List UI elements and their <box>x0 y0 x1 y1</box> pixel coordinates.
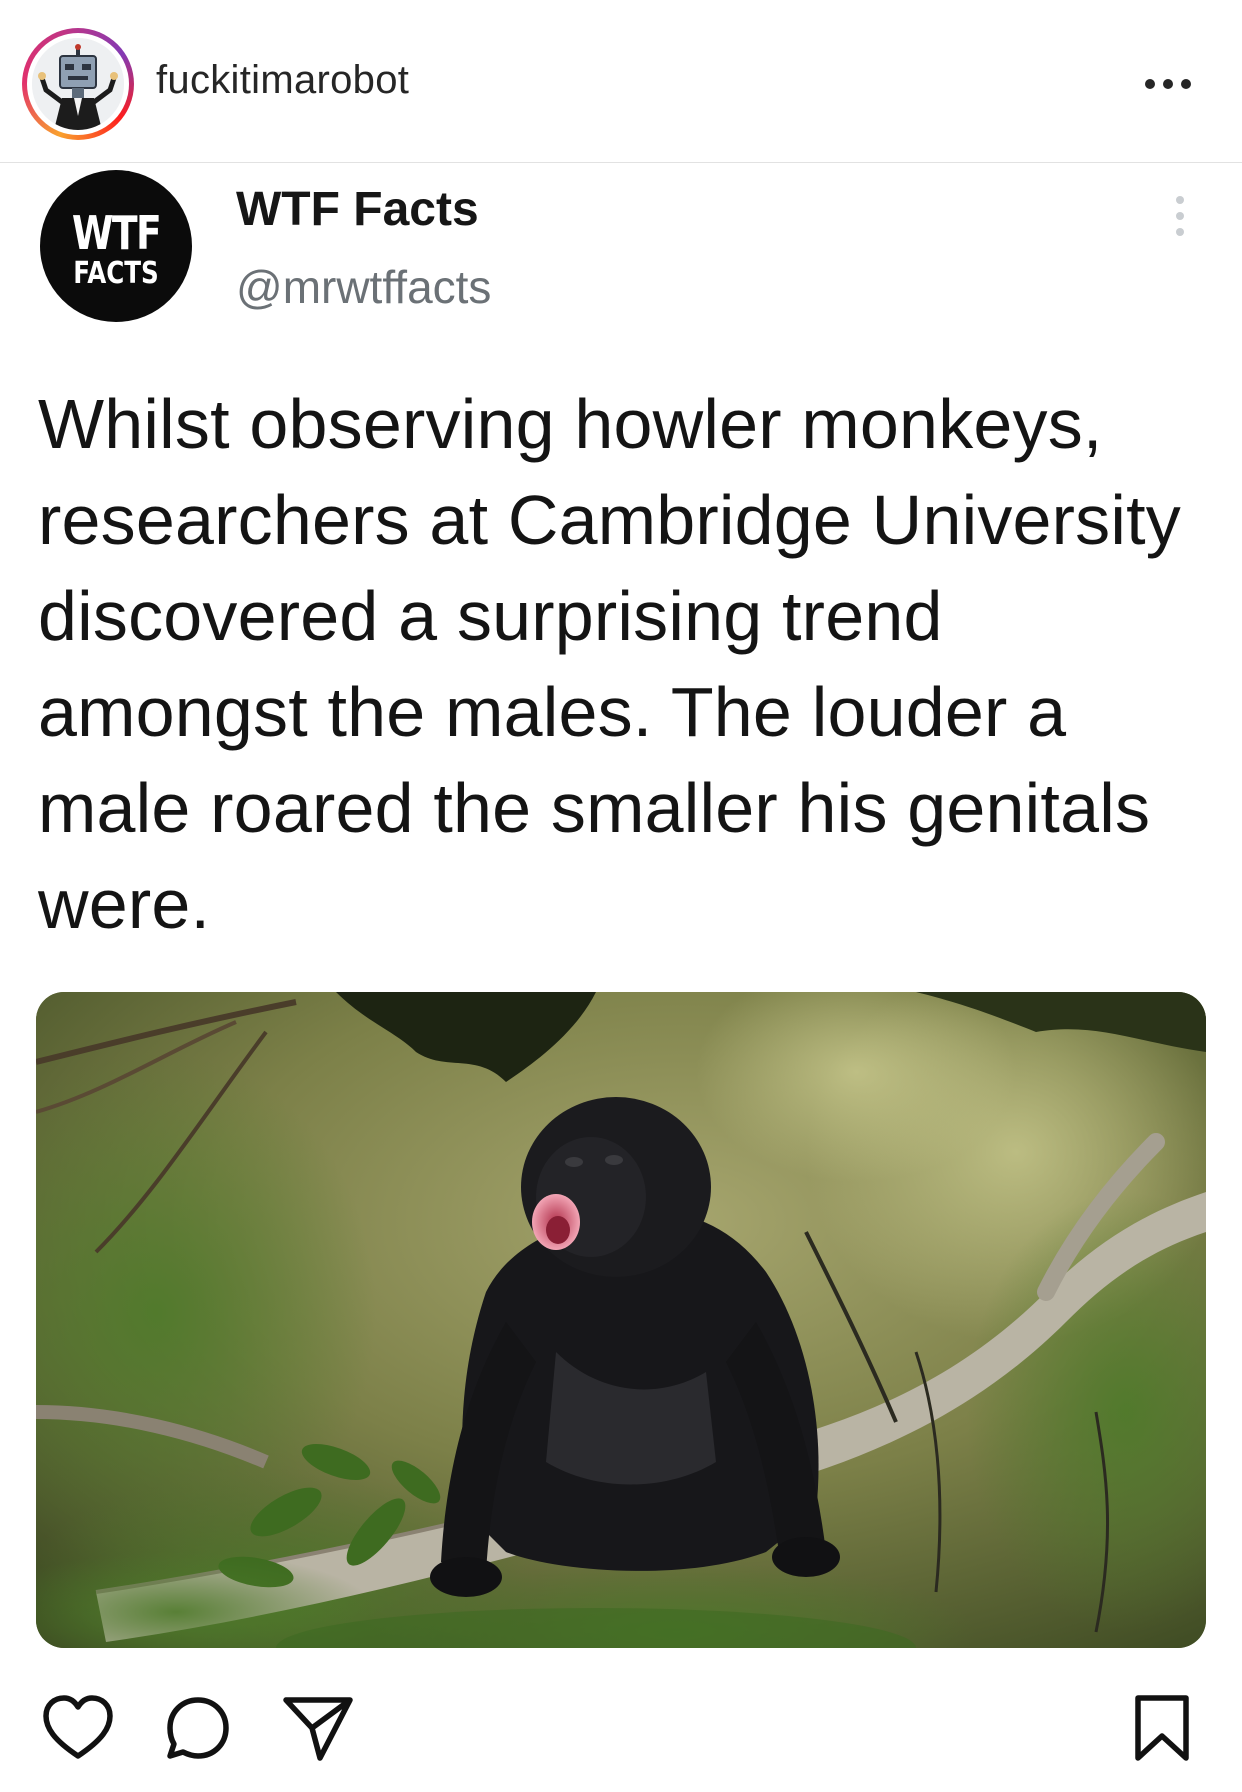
avatar[interactable] <box>32 38 124 130</box>
paper-plane-icon[interactable] <box>280 1690 356 1766</box>
avatar-logo-line1: WTF <box>71 206 162 260</box>
story-ring[interactable] <box>22 28 134 140</box>
bookmark-icon[interactable] <box>1124 1690 1200 1766</box>
heart-icon[interactable] <box>40 1690 116 1766</box>
post-header: fuckitimarobot <box>0 0 1242 163</box>
more-horizontal-icon[interactable] <box>1142 64 1194 104</box>
story-ring-gap <box>27 33 129 135</box>
howler-monkey-photo <box>36 992 1206 1648</box>
comment-bubble-icon[interactable] <box>160 1690 236 1766</box>
tweet-text: Whilst observing howler monkeys, researc… <box>38 385 1181 943</box>
more-vertical-icon <box>1170 192 1190 240</box>
avatar-logo-line2: FACTS <box>73 256 159 291</box>
action-bar <box>0 1690 1242 1780</box>
post-username[interactable]: fuckitimarobot <box>156 58 409 103</box>
tweet-display-name: WTF Facts <box>236 183 479 236</box>
robot-avatar-icon <box>32 38 124 130</box>
tweet-handle: @mrwtffacts <box>236 261 492 313</box>
tweet-avatar: WTF FACTS <box>40 170 192 322</box>
